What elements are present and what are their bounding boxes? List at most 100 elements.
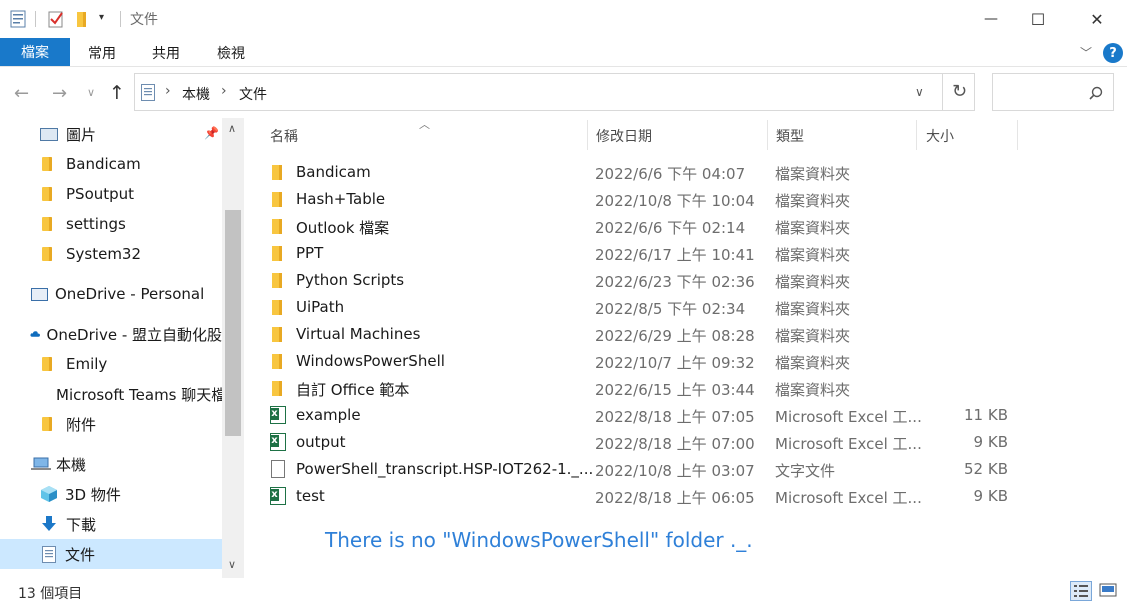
refresh-icon[interactable]: ↻	[952, 81, 967, 102]
customize-toolbar-dropdown[interactable]: ▾	[99, 12, 104, 23]
file-name: 自訂 Office 範本	[296, 381, 410, 399]
file-row[interactable]: Outlook 檔案 2022/6/6 下午 02:14 檔案資料夾	[270, 213, 1030, 240]
sidebar-item-pictures[interactable]: 圖片 📌	[0, 119, 222, 149]
sidebar-item-teams-chat-files[interactable]: Microsoft Teams 聊天檔	[0, 379, 222, 409]
sidebar-item-label: Emily	[66, 355, 108, 373]
sidebar-item-emily[interactable]: Emily	[0, 349, 222, 379]
column-divider[interactable]	[587, 120, 588, 150]
sidebar-item-onedrive-business[interactable]: OneDrive - 盟立自動化股	[0, 319, 222, 349]
file-type: 檔案資料夾	[775, 327, 851, 345]
sidebar-item-label: settings	[66, 215, 126, 233]
sidebar-item-psoutput[interactable]: PSoutput	[0, 179, 222, 209]
file-name: output	[296, 433, 346, 451]
sidebar-item-label: PSoutput	[66, 185, 135, 203]
new-folder-icon[interactable]	[74, 10, 90, 28]
sidebar-item-documents[interactable]: 文件	[0, 539, 222, 569]
breadcrumb-this-pc[interactable]: 本機	[182, 84, 210, 104]
navigation-scrollbar[interactable]: ∧ ∨	[222, 118, 244, 578]
file-row[interactable]: example 2022/8/18 上午 07:05 Microsoft Excel…	[270, 402, 1030, 429]
large-icons-view-icon	[1099, 583, 1117, 597]
help-icon[interactable]: ?	[1103, 43, 1123, 63]
file-row[interactable]: Virtual Machines 2022/6/29 上午 08:28 檔案資料夾	[270, 321, 1030, 348]
file-name: Bandicam	[296, 163, 371, 181]
sidebar-item-label: System32	[66, 245, 142, 263]
file-row[interactable]: 自訂 Office 範本 2022/6/15 上午 03:44 檔案資料夾	[270, 375, 1030, 402]
file-type: 檔案資料夾	[775, 165, 851, 183]
ribbon-expand-chevron-icon[interactable]: ﹀	[1080, 44, 1092, 61]
tab-view[interactable]: 檢視	[217, 43, 245, 63]
file-row[interactable]: output 2022/8/18 上午 07:00 Microsoft Excel …	[270, 429, 1030, 456]
tab-home[interactable]: 常用	[88, 43, 116, 63]
maximize-icon: ☐	[1030, 9, 1046, 29]
address-bar[interactable]: › 本機 › 文件 ∨ ↻	[134, 73, 975, 111]
sidebar-item-this-pc[interactable]: 本機	[0, 449, 222, 479]
column-header-date[interactable]: 修改日期	[596, 126, 652, 146]
column-divider[interactable]	[916, 120, 917, 150]
back-arrow-icon[interactable]: ←	[14, 83, 29, 104]
file-modified-date: 2022/6/6 下午 02:14	[595, 219, 746, 237]
scroll-down-chevron-icon[interactable]: ∨	[228, 558, 236, 571]
file-row[interactable]: WindowsPowerShell 2022/10/7 上午 09:32 檔案資料夾	[270, 348, 1030, 375]
maximize-button[interactable]: ☐	[1015, 0, 1061, 38]
pin-icon[interactable]: 📌	[204, 126, 219, 140]
toolbar-divider	[120, 11, 121, 27]
scroll-up-chevron-icon[interactable]: ∧	[228, 122, 236, 135]
folder-icon	[42, 217, 52, 231]
tab-file[interactable]: 檔案	[0, 38, 70, 66]
onedrive-personal-icon	[31, 287, 48, 301]
downloads-icon	[42, 515, 56, 531]
file-modified-date: 2022/10/8 下午 10:04	[595, 192, 755, 210]
sidebar-item-settings[interactable]: settings	[0, 209, 222, 239]
address-dropdown-chevron-icon[interactable]: ∨	[915, 85, 924, 99]
forward-arrow-icon[interactable]: →	[52, 83, 67, 104]
file-row[interactable]: Hash+Table 2022/10/8 下午 10:04 檔案資料夾	[270, 186, 1030, 213]
file-row[interactable]: UiPath 2022/8/5 下午 02:34 檔案資料夾	[270, 294, 1030, 321]
tab-share[interactable]: 共用	[152, 43, 180, 63]
sidebar-item-onedrive-personal[interactable]: OneDrive - Personal	[0, 279, 222, 309]
scrollbar-thumb[interactable]	[225, 210, 241, 436]
sidebar-item-label: 文件	[65, 545, 96, 564]
sidebar-item-bandicam[interactable]: Bandicam	[0, 149, 222, 179]
sidebar-item-label: 3D 物件	[65, 485, 121, 504]
file-type: 檔案資料夾	[775, 192, 851, 210]
up-arrow-icon[interactable]: ↑	[109, 82, 125, 104]
close-button[interactable]: ✕	[1074, 0, 1120, 38]
minimize-button[interactable]: —	[968, 0, 1014, 38]
column-divider[interactable]	[1017, 120, 1018, 150]
breadcrumb-separator: ›	[221, 83, 227, 99]
file-size: 11 KB	[964, 406, 1008, 424]
sidebar-item-label: Bandicam	[66, 155, 141, 173]
search-input[interactable]	[992, 73, 1114, 111]
file-row[interactable]: Python Scripts 2022/6/23 下午 02:36 檔案資料夾	[270, 267, 1030, 294]
column-header-size[interactable]: 大小	[926, 126, 954, 146]
column-header-name[interactable]: 名稱	[270, 126, 298, 146]
properties-icon[interactable]	[10, 10, 26, 28]
file-name: Python Scripts	[296, 271, 405, 289]
file-type: 檔案資料夾	[775, 300, 851, 318]
file-row[interactable]: PowerShell_transcript.HSP-IOT262-1._... 2…	[270, 456, 1030, 483]
file-row[interactable]: PPT 2022/6/17 上午 10:41 檔案資料夾	[270, 240, 1030, 267]
checkmark-icon[interactable]	[48, 10, 64, 28]
onedrive-cloud-icon	[30, 331, 40, 337]
details-view-button[interactable]	[1070, 581, 1092, 601]
sidebar-item-attachments[interactable]: 附件	[0, 409, 222, 439]
sidebar-item-downloads[interactable]: 下載	[0, 509, 222, 539]
file-name: test	[296, 487, 325, 505]
large-icons-view-button[interactable]	[1098, 581, 1120, 601]
column-header-type[interactable]: 類型	[776, 126, 804, 146]
search-icon	[1089, 86, 1103, 100]
file-type: 檔案資料夾	[775, 381, 851, 399]
column-divider[interactable]	[767, 120, 768, 150]
file-modified-date: 2022/6/23 下午 02:36	[595, 273, 755, 291]
sidebar-item-system32[interactable]: System32	[0, 239, 222, 269]
folder-icon	[272, 354, 282, 369]
folder-icon	[272, 246, 282, 261]
file-row[interactable]: test 2022/8/18 上午 06:05 Microsoft Excel 工.…	[270, 483, 1030, 510]
file-type: Microsoft Excel 工...	[775, 489, 922, 507]
recent-locations-chevron-icon[interactable]: ∨	[87, 86, 95, 99]
sidebar-item-3d-objects[interactable]: 3D 物件	[0, 479, 222, 509]
breadcrumb-documents[interactable]: 文件	[239, 84, 267, 104]
folder-icon	[272, 327, 282, 342]
minimize-icon: —	[984, 11, 998, 27]
file-row[interactable]: Bandicam 2022/6/6 下午 04:07 檔案資料夾	[270, 159, 1030, 186]
